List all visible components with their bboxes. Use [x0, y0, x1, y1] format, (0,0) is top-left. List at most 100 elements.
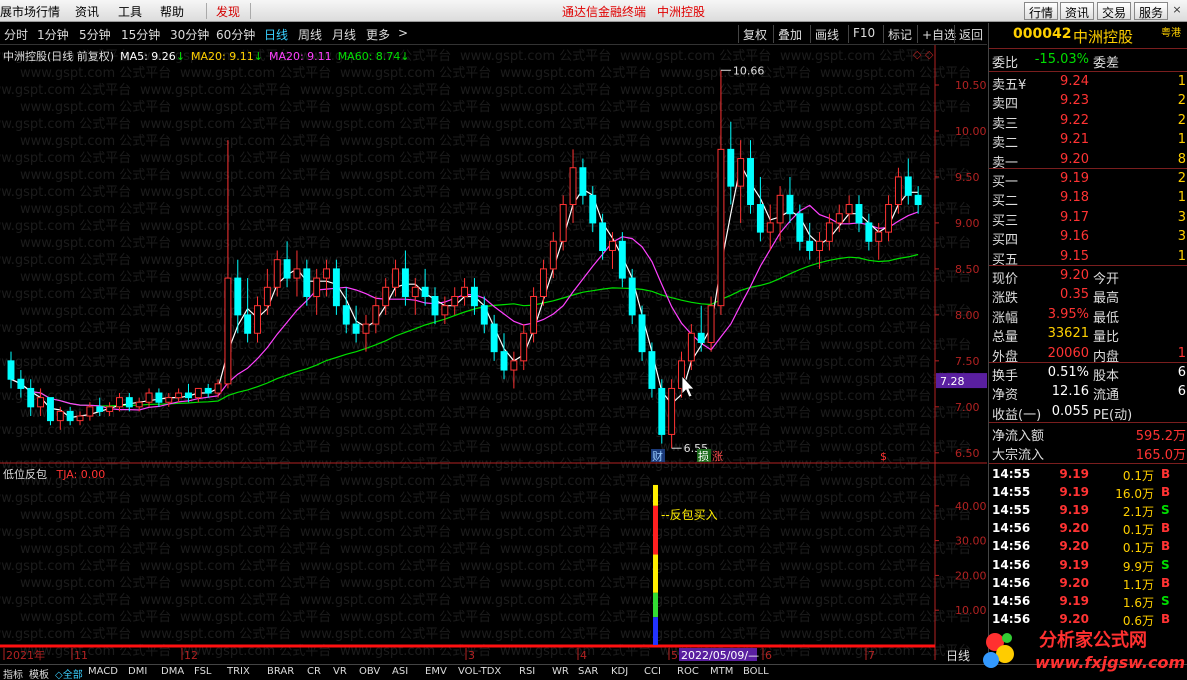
bid-row: 买四 9.16 3	[989, 229, 1187, 248]
f10-button[interactable]: F10	[848, 25, 879, 43]
candle-body	[796, 213, 804, 242]
back-button[interactable]: 返回	[954, 25, 987, 43]
candle-body	[332, 268, 340, 307]
indicator-item[interactable]: KDJ	[611, 666, 628, 677]
watermark-text: www.gspt.com 公式平台	[340, 542, 491, 557]
indicator-item[interactable]: ASI	[392, 666, 408, 677]
indicator-item[interactable]: MACD	[88, 666, 118, 677]
ask-volume: 2	[1177, 112, 1186, 128]
indicator-item[interactable]: BOLL	[743, 666, 769, 677]
watermark-text: www.gspt.com 公式平台	[0, 525, 131, 540]
indicator-item[interactable]: BRAR	[267, 666, 294, 677]
period-minute-chart[interactable]: 分时	[4, 26, 28, 43]
indicator-item[interactable]: WR	[552, 666, 569, 677]
watermark-text: www.gspt.com 公式平台	[340, 406, 491, 421]
stat-row: 现价 9.20 今开	[989, 268, 1187, 287]
indicator-item[interactable]: OBV	[359, 666, 380, 677]
indicator-item[interactable]: VOL-TDX	[458, 666, 501, 677]
stat2-label-2: 股本	[1093, 369, 1120, 384]
candle-body	[480, 305, 488, 325]
candle-body	[116, 397, 123, 408]
indicator-item[interactable]: FSL	[194, 666, 212, 677]
period-daily[interactable]: 日线	[264, 26, 288, 43]
indicator-item[interactable]: MTM	[710, 666, 733, 677]
candle-body	[737, 158, 745, 187]
indicator-item[interactable]: EMV	[425, 666, 447, 677]
period-weekly[interactable]: 周线	[298, 26, 322, 43]
tick-row: 14:56 9.20 1.1万 B	[989, 576, 1187, 594]
weibi-value: -15.03%	[1034, 52, 1089, 67]
period-more[interactable]: 更多	[366, 26, 390, 43]
watermark-text: www.gspt.com 公式平台	[300, 389, 451, 404]
restore-rights-button[interactable]: 复权	[738, 25, 771, 43]
time-label: 4	[580, 649, 587, 662]
ma60-value: MA60: 8.74	[337, 50, 401, 63]
watermark-text: www.gspt.com 公式平台	[500, 100, 651, 115]
quote-button[interactable]: 行情	[1024, 2, 1059, 20]
period-5min[interactable]: 5分钟	[79, 26, 111, 43]
period-monthly[interactable]: 月线	[332, 26, 356, 43]
candle-body	[648, 351, 656, 389]
stat2-label-2: 流通	[1093, 388, 1120, 404]
indicator-item[interactable]: TRIX	[227, 666, 250, 677]
candle-body	[727, 148, 735, 187]
bid-volume: 2	[1177, 171, 1186, 186]
watermark-text: www.gspt.com 公式平台	[780, 559, 931, 574]
trade-button[interactable]: 交易	[1097, 2, 1132, 20]
candle-body	[559, 204, 567, 242]
indicator-tab[interactable]: 模板	[29, 666, 49, 680]
period-15min[interactable]: 15分钟	[121, 26, 160, 43]
indicator-tab[interactable]: 指标	[3, 666, 23, 680]
indicator-item[interactable]: ROC	[677, 666, 699, 677]
kline-chart[interactable]: www.gspt.com 公式平台 www.gspt.com 公式平台 www.gs…	[0, 45, 987, 665]
watermark-text: www.gspt.com 公式平台	[660, 474, 811, 489]
watermark-text: www.gspt.com 公式平台	[620, 389, 771, 404]
ask-label: 卖三	[992, 116, 1019, 132]
chevron-right-icon[interactable]: >	[398, 26, 408, 40]
indicator-item[interactable]: VR	[333, 666, 347, 677]
candle-body	[766, 222, 774, 233]
flow-value: 595.2万	[1135, 429, 1186, 444]
period-60min[interactable]: 60分钟	[216, 26, 255, 43]
watermark-text: www.gspt.com 公式平台	[620, 423, 771, 438]
watermark-text: www.gspt.com 公式平台	[460, 253, 611, 268]
period-30min[interactable]: 30分钟	[170, 26, 209, 43]
menu-tools[interactable]: 工具	[118, 3, 142, 20]
tick-volume: 0.1万	[1122, 523, 1154, 538]
indicator-item[interactable]: CR	[307, 666, 321, 677]
close-icon[interactable]: ×	[1170, 3, 1184, 17]
quote-panel: 000042 中洲控股 粤港 委比 -15.03% 委差 卖五¥ 9.24 1 卖四 9…	[988, 23, 1187, 666]
watermark-text: www.gspt.com 公式平台	[780, 593, 931, 608]
mark-button[interactable]: 标记	[883, 25, 916, 43]
indicator-item[interactable]: RSI	[519, 666, 535, 677]
candle-body	[451, 295, 459, 307]
tick-direction: S	[1161, 503, 1170, 518]
overlay-button[interactable]: 叠加	[773, 25, 806, 43]
period-1min[interactable]: 1分钟	[37, 26, 69, 43]
menu-discover[interactable]: 发现	[216, 3, 240, 20]
sub-indicator-legend: 低位反包 TJA: 0.00	[3, 466, 105, 482]
sub-tick-label: 10.00	[955, 604, 987, 617]
info-button[interactable]: 资讯	[1060, 2, 1095, 20]
weibi-label: 委比	[992, 56, 1019, 71]
tick-row: 14:56 9.19 9.9万 S	[989, 558, 1187, 576]
service-button[interactable]: 服务	[1134, 2, 1169, 20]
tick-time: 14:56	[992, 521, 1031, 536]
indicator-item[interactable]: ◇全部	[55, 666, 83, 680]
candle-body	[510, 360, 518, 371]
menu-news[interactable]: 资讯	[75, 3, 99, 20]
menu-market[interactable]: 展市场行情	[0, 3, 60, 20]
watermark-text: www.gspt.com 公式平台	[500, 576, 651, 591]
indicator-item[interactable]: DMI	[128, 666, 147, 677]
menu-help[interactable]: 帮助	[160, 3, 184, 20]
watermark-text: www.gspt.com 公式平台	[780, 355, 931, 370]
indicator-item[interactable]: CCI	[644, 666, 661, 677]
draw-line-button[interactable]: 画线	[810, 25, 843, 43]
indicator-item[interactable]: DMA	[161, 666, 184, 677]
event-mark-dollar: $	[880, 450, 887, 463]
logo-title: 分析家公式网	[1039, 629, 1147, 651]
tick-time: 14:55	[992, 485, 1031, 500]
watermark-text: www.gspt.com 公式平台	[460, 49, 611, 64]
candle-body	[244, 314, 252, 334]
indicator-item[interactable]: SAR	[578, 666, 598, 677]
